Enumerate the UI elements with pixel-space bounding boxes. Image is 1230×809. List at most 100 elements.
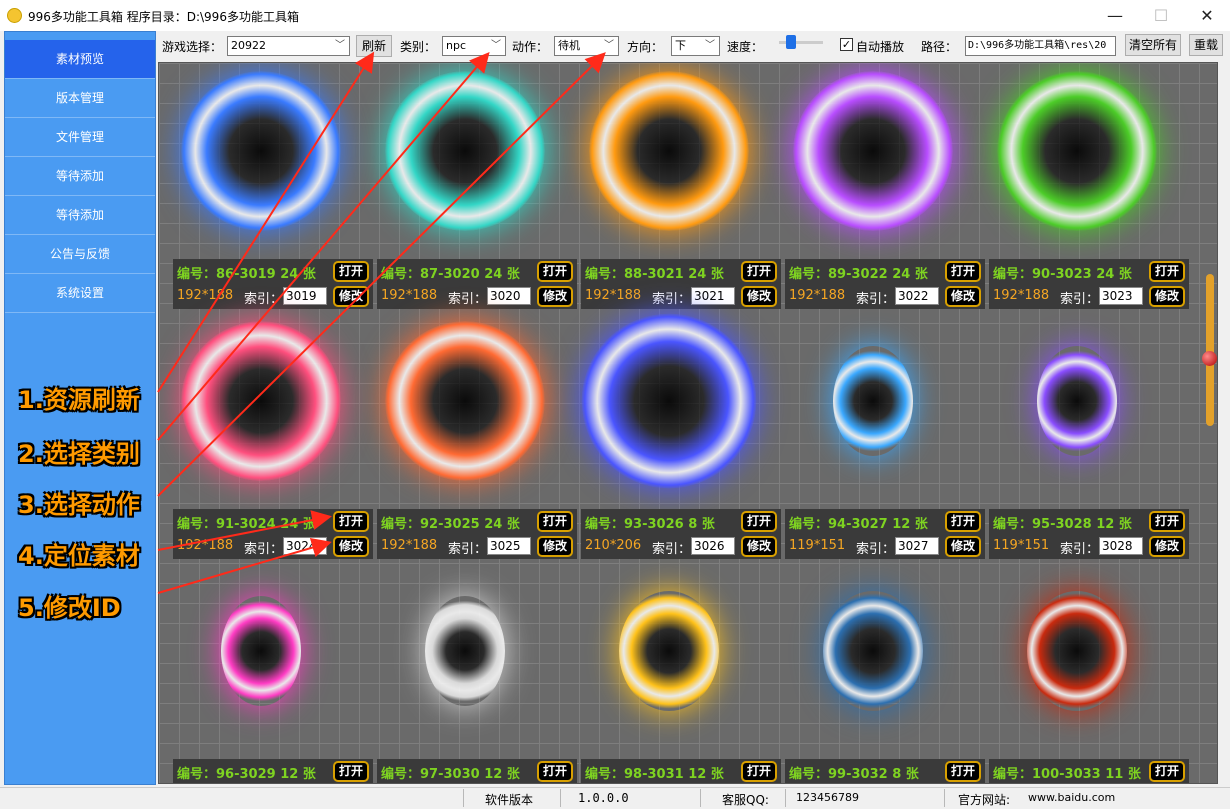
scrollbar-thumb[interactable]	[1202, 351, 1217, 366]
card-index-label: 索引：	[244, 292, 284, 307]
card-info-panel: 编号：90-3023 24 张 192*188 索引： 3023 打开修改	[989, 259, 1189, 309]
card-index-input[interactable]: 3023	[1099, 287, 1143, 305]
annotation-modify-id: 5.修改ID	[18, 594, 121, 622]
card-info-panel: 编号：94-3027 12 张 119*151 索引： 3027 打开 修改	[785, 509, 985, 559]
card-info-panel: 编号：92-3025 24 张 192*188 索引： 3025 打开 修改	[377, 509, 577, 559]
portal-effect-image	[181, 321, 341, 481]
material-card: 编号：96-3029 12 张打开修改	[159, 563, 373, 783]
portal-effect-image	[793, 71, 953, 231]
card-info-panel: 编号：86-3019 24 张 192*188 索引： 3019 打开 修改	[173, 259, 373, 309]
card-index-input[interactable]: 3024	[283, 537, 327, 555]
portal-effect-image	[823, 591, 923, 711]
open-button[interactable]: 打开	[1149, 511, 1185, 532]
path-label: 路径：	[921, 40, 958, 54]
card-id-text: 编号：99-3032 8 张	[789, 767, 919, 782]
card-index-input[interactable]: 3028	[1099, 537, 1143, 555]
material-card: 编号：100-3033 11 张打开修改	[975, 563, 1189, 783]
site-value: www.baidu.com	[1028, 791, 1116, 804]
speed-slider-thumb[interactable]	[786, 35, 796, 49]
chevron-down-icon: ﹀	[335, 40, 345, 51]
material-card: 编号：99-3032 8 张打开修改	[771, 563, 985, 783]
modify-button[interactable]: 修改	[1149, 536, 1185, 557]
action-select[interactable]: 待机 ﹀	[554, 36, 619, 56]
card-index-label: 索引：	[652, 292, 692, 307]
reload-button[interactable]: 重载	[1189, 34, 1223, 56]
card-id-text: 编号：91-3024 24 张	[177, 517, 316, 532]
portal-effect-image	[221, 596, 301, 706]
sidebar-item-pending-2[interactable]: 等待添加	[5, 196, 155, 235]
material-card: 编号：98-3031 12 张打开修改	[567, 563, 781, 783]
maximize-button[interactable]: ☐	[1138, 0, 1184, 31]
sidebar-item-settings[interactable]: 系统设置	[5, 274, 155, 313]
app-icon	[7, 8, 22, 23]
material-card: 编号：97-3030 12 张打开修改	[363, 563, 577, 783]
action-label: 动作：	[512, 40, 549, 54]
path-input[interactable]: D:\996多功能工具箱\res\20	[965, 36, 1116, 56]
card-size-text: 119*151	[789, 538, 846, 553]
qq-label: 客服QQ:	[722, 793, 769, 807]
material-card: 编号：92-3025 24 张 192*188 索引： 3025 打开 修改	[363, 313, 577, 563]
material-card: 编号：89-3022 24 张 192*188 索引： 3022 打开 修改	[771, 63, 985, 313]
card-index-input[interactable]: 3022	[895, 287, 939, 305]
card-index-label: 索引：	[448, 292, 488, 307]
card-index-input[interactable]: 3025	[487, 537, 531, 555]
material-card: 编号：91-3024 24 张 192*188 索引： 3024 打开 修改	[159, 313, 373, 563]
portal-effect-image	[385, 321, 545, 481]
card-size-text: 192*188	[585, 288, 642, 303]
card-info-panel: 编号：100-3033 11 张打开修改	[989, 759, 1189, 783]
card-id-text: 编号：87-3020 24 张	[381, 267, 520, 282]
card-index-label: 索引：	[1060, 542, 1100, 557]
card-size-text: 192*188	[381, 288, 438, 303]
annotation-action: 3.选择动作	[18, 491, 140, 519]
close-button[interactable]: ✕	[1184, 0, 1230, 31]
card-size-text: 192*188	[381, 538, 438, 553]
open-button[interactable]: 打开	[1149, 261, 1185, 282]
material-card: 编号：94-3027 12 张 119*151 索引： 3027 打开 修改	[771, 313, 985, 563]
sidebar-item-files[interactable]: 文件管理	[5, 118, 155, 157]
minimize-button[interactable]: —	[1092, 0, 1138, 31]
material-card: 编号：87-3020 24 张 192*188 索引： 3020 打开 修改	[363, 63, 577, 313]
sidebar-item-preview[interactable]: 素材预览	[5, 40, 155, 79]
category-label: 类别：	[400, 40, 437, 54]
direction-select[interactable]: 下 ﹀	[671, 36, 720, 56]
card-size-text: 192*188	[789, 288, 846, 303]
card-index-label: 索引：	[448, 542, 488, 557]
card-size-text: 192*188	[993, 288, 1050, 303]
card-index-input[interactable]: 3027	[895, 537, 939, 555]
card-id-text: 编号：88-3021 24 张	[585, 267, 724, 282]
open-button[interactable]: 打开	[1149, 761, 1185, 782]
category-select[interactable]: npc ﹀	[442, 36, 506, 56]
card-size-text: 192*188	[177, 538, 234, 553]
card-id-text: 编号：90-3023 24 张	[993, 267, 1132, 282]
card-index-input[interactable]: 3021	[691, 287, 735, 305]
refresh-button[interactable]: 刷新	[356, 35, 392, 57]
portal-effect-image	[619, 591, 719, 711]
site-label: 官方网站:	[958, 793, 1011, 807]
sidebar-item-feedback[interactable]: 公告与反馈	[5, 235, 155, 274]
autoplay-checkbox[interactable]: ✓	[840, 38, 853, 51]
material-card: 编号：93-3026 8 张 210*206 索引： 3026 打开 修改	[567, 313, 781, 563]
status-divider	[700, 789, 701, 807]
clear-all-button[interactable]: 清空所有	[1125, 34, 1181, 56]
sidebar-item-pending-1[interactable]: 等待添加	[5, 157, 155, 196]
card-index-input[interactable]: 3019	[283, 287, 327, 305]
card-id-text: 编号：93-3026 8 张	[585, 517, 715, 532]
card-id-text: 编号：96-3029 12 张	[177, 767, 316, 782]
portal-effect-image	[833, 346, 913, 456]
card-index-input[interactable]: 3020	[487, 287, 531, 305]
sidebar-item-version[interactable]: 版本管理	[5, 79, 155, 118]
card-id-text: 编号：86-3019 24 张	[177, 267, 316, 282]
card-info-panel: 编号：96-3029 12 张打开修改	[173, 759, 373, 783]
version-value: 1.0.0.0	[578, 791, 629, 805]
card-id-text: 编号：100-3033 11 张	[993, 767, 1141, 782]
game-select[interactable]: 20922 ﹀	[227, 36, 350, 56]
card-index-label: 索引：	[856, 292, 896, 307]
card-info-panel: 编号：88-3021 24 张 192*188 索引： 3021 打开 修改	[581, 259, 781, 309]
card-index-input[interactable]: 3026	[691, 537, 735, 555]
status-divider	[560, 789, 561, 807]
card-id-text: 编号：98-3031 12 张	[585, 767, 724, 782]
modify-button[interactable]: 修改	[1149, 286, 1185, 307]
scrollbar-track[interactable]	[1206, 274, 1214, 426]
portal-effect-image	[581, 313, 757, 489]
card-index-label: 索引：	[1060, 292, 1100, 307]
